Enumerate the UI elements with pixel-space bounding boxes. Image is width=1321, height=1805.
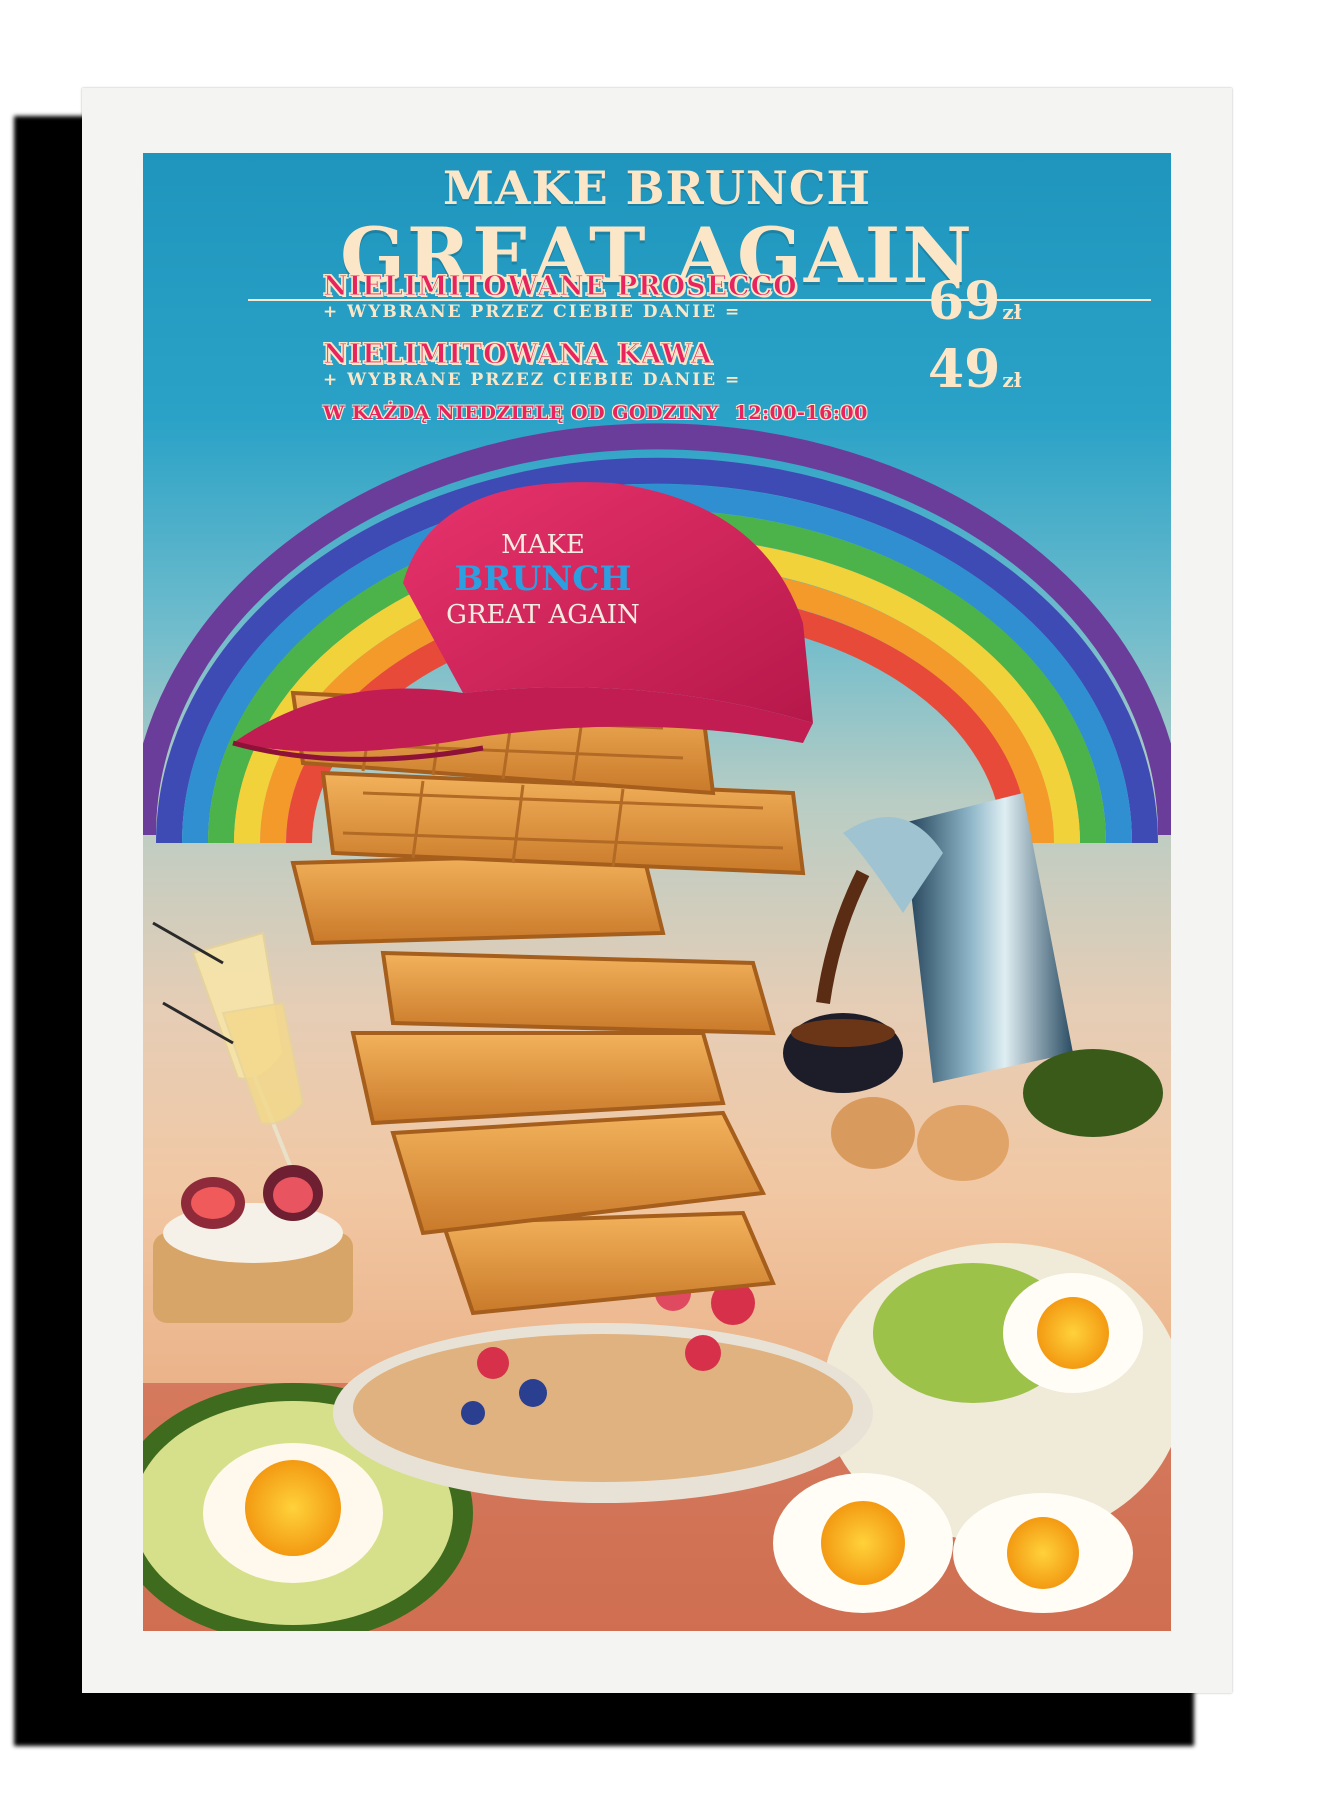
poster: MAKE BRUNCH GREAT AGAIN MAKE BRUNCH GREA… <box>143 153 1171 1631</box>
fried-egg-illustration <box>773 1049 1171 1613</box>
offer-coffee-currency: zł <box>1002 368 1022 392</box>
offer-coffee-price-value: 49 <box>928 339 1001 400</box>
offer-prosecco-currency: zł <box>1002 300 1022 324</box>
offer-prosecco-price: 69 zł <box>928 271 1021 332</box>
champagne-glass-illustration <box>152 921 305 1174</box>
cap-line1: MAKE <box>501 530 585 560</box>
offer-prosecco-price-value: 69 <box>928 271 1001 332</box>
cap-line3: GREAT AGAIN <box>446 600 640 630</box>
fig-toast-illustration <box>153 1165 353 1323</box>
offer-coffee-price: 49 zł <box>928 339 1021 400</box>
headline-line1: MAKE BRUNCH <box>442 161 871 215</box>
opening-hours: W KAŻDĄ NIEDZIELĘ OD GODZINY 12:00-16:00 <box>323 402 868 424</box>
coffee-pot-illustration <box>783 793 1073 1093</box>
waffle-stack-illustration <box>290 690 806 1316</box>
cap-line2: BRUNCH <box>455 559 632 599</box>
hours-time: 12:00-16:00 <box>734 402 868 424</box>
hours-label: W KAŻDĄ NIEDZIELĘ OD GODZINY <box>323 402 719 424</box>
